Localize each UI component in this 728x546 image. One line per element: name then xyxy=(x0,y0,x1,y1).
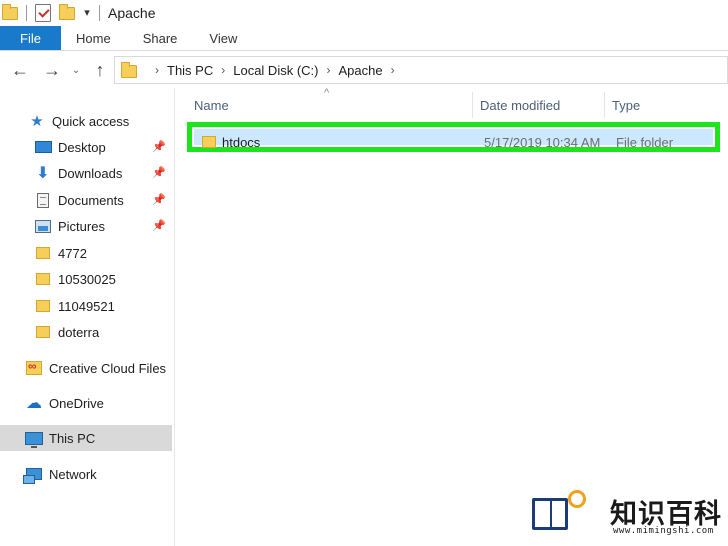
folder-icon xyxy=(34,298,52,314)
breadcrumb-apache[interactable]: Apache xyxy=(338,63,382,78)
nav-label: 4772 xyxy=(58,245,87,261)
pin-icon[interactable]: 📌 xyxy=(152,166,166,179)
pin-icon[interactable]: 📌 xyxy=(152,140,166,153)
recent-locations-button[interactable]: ⌄ xyxy=(66,56,86,84)
nav-folder-10530025[interactable]: 10530025 xyxy=(0,266,172,292)
nav-label: Pictures xyxy=(58,218,105,234)
nav-downloads[interactable]: ⬇ Downloads 📌 xyxy=(0,160,172,186)
file-type: File folder xyxy=(616,135,674,150)
folder-icon xyxy=(121,62,137,78)
nav-creative-cloud-files[interactable]: Creative Cloud Files xyxy=(0,355,172,381)
nav-quick-access[interactable]: ★ Quick access xyxy=(0,108,172,134)
ribbon-tabs: File Home Share View xyxy=(0,26,728,51)
nav-desktop[interactable]: Desktop 📌 xyxy=(0,134,172,160)
nav-label: Downloads xyxy=(58,165,123,181)
column-header-type[interactable]: Type xyxy=(612,94,712,116)
up-button[interactable]: ↑ xyxy=(86,56,114,84)
nav-folder-4772[interactable]: 4772 xyxy=(0,240,172,266)
breadcrumb-separator[interactable]: › xyxy=(221,63,225,77)
window-title: Apache xyxy=(108,5,156,21)
folder-icon xyxy=(34,245,52,261)
address-bar[interactable]: › This PC › Local Disk (C:) › Apache › xyxy=(114,56,728,84)
forward-button[interactable]: → xyxy=(38,56,66,84)
column-header-name[interactable]: Name xyxy=(194,94,472,116)
creative-cloud-icon xyxy=(25,359,43,376)
lightbulb-icon xyxy=(568,490,586,508)
nav-this-pc[interactable]: This PC xyxy=(0,425,172,451)
file-list: ^ Name Date modified Type htdocs 5/17/20… xyxy=(176,87,728,546)
tab-file[interactable]: File xyxy=(0,26,61,50)
nav-label: OneDrive xyxy=(49,395,104,411)
navigation-row: ← → ⌄ ↑ › This PC › Local Disk (C:) › Ap… xyxy=(0,52,728,88)
navigation-pane: ★ Quick access Desktop 📌 ⬇ Downloads 📌 D… xyxy=(0,88,175,546)
pin-icon[interactable]: 📌 xyxy=(152,219,166,232)
nav-label: Desktop xyxy=(58,139,106,155)
tab-view[interactable]: View xyxy=(193,26,253,50)
tab-share[interactable]: Share xyxy=(127,26,194,50)
folder-icon[interactable] xyxy=(2,2,18,24)
nav-label: Network xyxy=(49,466,97,482)
nav-label: Creative Cloud Files xyxy=(49,360,167,376)
desktop-icon xyxy=(34,139,52,155)
nav-label: 10530025 xyxy=(58,271,116,287)
nav-folder-11049521[interactable]: 11049521 xyxy=(0,293,172,319)
column-divider[interactable] xyxy=(472,92,473,118)
back-button[interactable]: ← xyxy=(6,56,34,84)
column-header-date-modified[interactable]: Date modified xyxy=(480,94,604,116)
folder-icon xyxy=(202,136,216,148)
star-icon: ★ xyxy=(30,113,44,130)
nav-label: Documents xyxy=(58,192,124,208)
nav-label: Quick access xyxy=(52,113,130,129)
nav-label: 11049521 xyxy=(58,298,115,314)
book-icon xyxy=(532,498,568,530)
breadcrumb-separator[interactable]: › xyxy=(326,63,330,77)
nav-documents[interactable]: Documents 📌 xyxy=(0,187,172,213)
file-name: htdocs xyxy=(222,135,261,150)
nav-network[interactable]: Network xyxy=(0,461,172,487)
toolbar-divider xyxy=(26,5,27,21)
cloud-icon: ☁ xyxy=(26,395,42,412)
title-bar: ▾ Apache xyxy=(0,0,728,26)
nav-folder-doterra[interactable]: doterra xyxy=(0,319,172,345)
folder-icon xyxy=(34,271,52,287)
pictures-icon xyxy=(34,218,52,234)
pin-icon[interactable]: 📌 xyxy=(152,193,166,206)
table-row[interactable]: htdocs 5/17/2019 10:34 AM File folder xyxy=(187,122,720,152)
breadcrumb-local-disk[interactable]: Local Disk (C:) xyxy=(233,63,318,78)
computer-icon xyxy=(25,430,43,448)
nav-pictures[interactable]: Pictures 📌 xyxy=(0,213,172,239)
file-date-modified: 5/17/2019 10:34 AM xyxy=(484,135,601,150)
folder-icon xyxy=(34,324,52,340)
breadcrumb-this-pc[interactable]: This PC xyxy=(167,63,213,78)
watermark-url: www.mimingshi.com xyxy=(613,526,714,536)
customize-toolbar-dropdown[interactable]: ▾ xyxy=(81,8,93,19)
column-divider[interactable] xyxy=(604,92,605,118)
download-arrow-icon: ⬇ xyxy=(36,165,50,182)
document-icon xyxy=(34,192,52,208)
new-folder-icon[interactable] xyxy=(59,2,75,24)
title-divider xyxy=(99,5,100,21)
watermark: 知识百科 www.mimingshi.com xyxy=(530,488,726,544)
nav-onedrive[interactable]: ☁ OneDrive xyxy=(0,390,172,416)
breadcrumb-separator[interactable]: › xyxy=(391,63,395,77)
network-icon xyxy=(23,466,43,484)
nav-label: This PC xyxy=(49,430,96,446)
breadcrumb-separator[interactable]: › xyxy=(155,63,159,77)
tab-home[interactable]: Home xyxy=(61,26,127,50)
row-selection-highlight: htdocs 5/17/2019 10:34 AM File folder xyxy=(194,129,713,150)
properties-icon[interactable] xyxy=(35,2,51,24)
nav-label: doterra xyxy=(58,324,100,340)
